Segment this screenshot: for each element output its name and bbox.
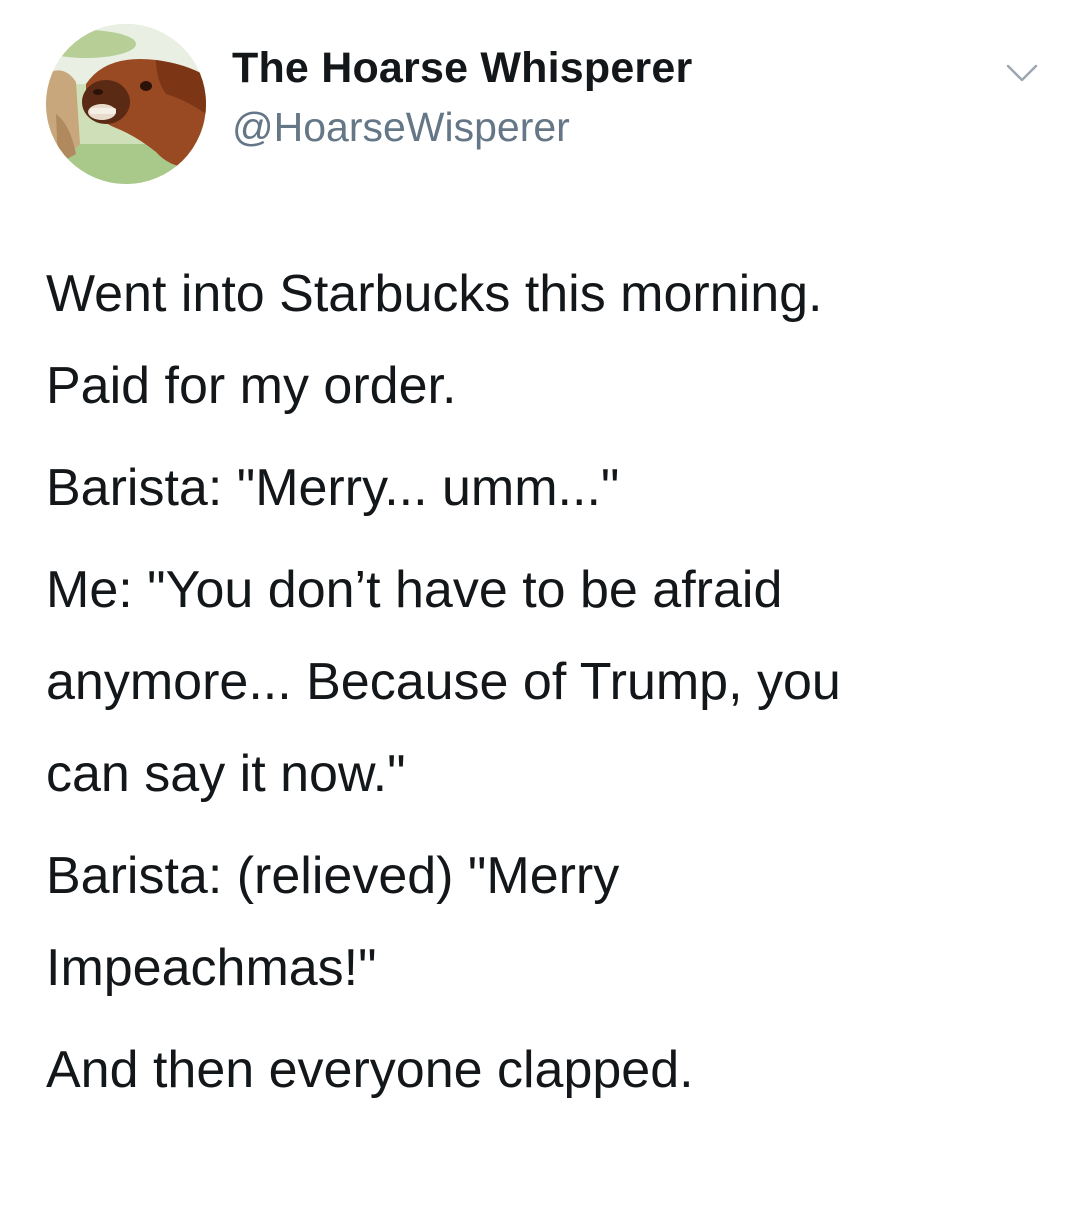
author-display-name[interactable]: The Hoarse Whisperer xyxy=(232,44,692,93)
tweet-paragraph: Barista: "Merry... umm..." xyxy=(46,459,620,517)
tweet-card: The Hoarse Whisperer @HoarseWisperer Wen… xyxy=(0,0,1080,1207)
tweet-text: Went into Starbucks this morning. Paid f… xyxy=(46,248,1046,1126)
horse-avatar-icon xyxy=(46,24,206,184)
tweet-paragraph: Barista: (relieved) "Merry Impeachmas!" xyxy=(46,847,620,997)
tweet-paragraph: Went into Starbucks this morning. Paid f… xyxy=(46,265,823,415)
tweet-paragraph: Me: "You don’t have to be afraid anymore… xyxy=(46,561,841,803)
chevron-down-icon[interactable] xyxy=(1002,58,1042,88)
tweet-paragraph: And then everyone clapped. xyxy=(46,1041,694,1099)
author-handle[interactable]: @HoarseWisperer xyxy=(232,104,570,151)
author-avatar[interactable] xyxy=(46,24,206,184)
